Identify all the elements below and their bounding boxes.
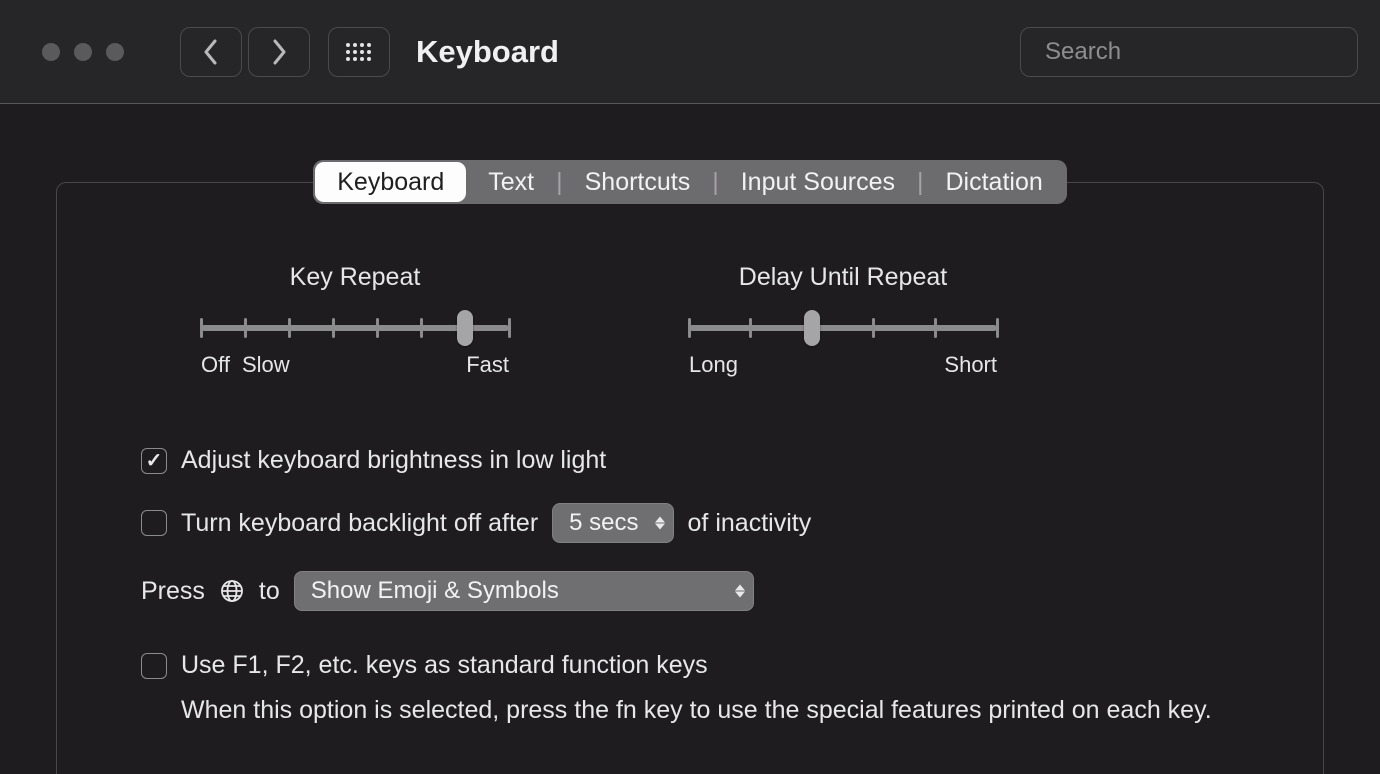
zoom-window-button[interactable]: [106, 43, 124, 61]
backlight-off-value: 5 secs: [569, 509, 638, 537]
window-controls: [42, 43, 124, 61]
stepper-icon: [655, 517, 665, 530]
delay-until-repeat-title: Delay Until Repeat: [739, 263, 947, 292]
key-repeat-group: Key Repeat Off Slow Fast: [201, 263, 509, 378]
key-repeat-off-label: Off: [201, 352, 230, 378]
close-window-button[interactable]: [42, 43, 60, 61]
auto-brightness-row: Adjust keyboard brightness in low light: [141, 446, 1239, 475]
fn-keys-row: Use F1, F2, etc. keys as standard functi…: [141, 651, 1239, 680]
backlight-off-prefix: Turn keyboard backlight off after: [181, 509, 538, 538]
backlight-off-suffix: of inactivity: [688, 509, 812, 538]
auto-brightness-label: Adjust keyboard brightness in low light: [181, 446, 606, 475]
globe-icon: [219, 578, 245, 604]
fn-keys-hint: When this option is selected, press the …: [181, 694, 1239, 728]
grid-icon: [345, 42, 373, 62]
globe-prefix: Press: [141, 577, 205, 606]
backlight-off-select[interactable]: 5 secs: [552, 503, 673, 543]
tab-text[interactable]: Text: [466, 162, 556, 202]
tab-dictation[interactable]: Dictation: [924, 162, 1065, 202]
globe-action-value: Show Emoji & Symbols: [311, 577, 559, 605]
content: Keyboard Text | Shortcuts | Input Source…: [0, 104, 1380, 774]
delay-until-repeat-slider[interactable]: [689, 314, 997, 344]
back-button[interactable]: [180, 27, 242, 77]
tab-separator: |: [712, 168, 719, 197]
tab-shortcuts[interactable]: Shortcuts: [563, 162, 713, 202]
tab-keyboard[interactable]: Keyboard: [315, 162, 466, 202]
toolbar: Keyboard: [0, 0, 1380, 104]
show-all-button[interactable]: [328, 27, 390, 77]
tab-input-sources[interactable]: Input Sources: [719, 162, 917, 202]
chevron-right-icon: [271, 39, 287, 65]
globe-action-select[interactable]: Show Emoji & Symbols: [294, 571, 754, 611]
delay-until-repeat-group: Delay Until Repeat Long Short: [689, 263, 997, 378]
fn-keys-checkbox[interactable]: [141, 653, 167, 679]
key-repeat-slider[interactable]: [201, 314, 509, 344]
fn-keys-label: Use F1, F2, etc. keys as standard functi…: [181, 651, 708, 680]
minimize-window-button[interactable]: [74, 43, 92, 61]
tabs: Keyboard Text | Shortcuts | Input Source…: [313, 160, 1067, 204]
key-repeat-title: Key Repeat: [290, 263, 421, 292]
delay-long-label: Long: [689, 352, 738, 378]
nav-buttons: [180, 27, 310, 77]
globe-suffix: to: [259, 577, 280, 606]
delay-short-label: Short: [944, 352, 997, 378]
chevron-left-icon: [203, 39, 219, 65]
slider-thumb[interactable]: [804, 310, 820, 346]
tab-separator: |: [556, 168, 563, 197]
stepper-icon: [735, 585, 745, 598]
backlight-off-checkbox[interactable]: [141, 510, 167, 536]
key-repeat-slow-label: Slow: [242, 352, 290, 378]
tab-separator: |: [917, 168, 924, 197]
auto-brightness-checkbox[interactable]: [141, 448, 167, 474]
search-input[interactable]: [1045, 38, 1355, 66]
keyboard-panel: Key Repeat Off Slow Fast Delay Until Rep…: [56, 182, 1324, 774]
page-title: Keyboard: [416, 34, 559, 70]
slider-thumb[interactable]: [457, 310, 473, 346]
forward-button[interactable]: [248, 27, 310, 77]
search-field[interactable]: [1020, 27, 1358, 77]
key-repeat-fast-label: Fast: [466, 352, 509, 378]
globe-key-row: Press to Show Emoji & Symbols: [141, 571, 1239, 611]
backlight-off-row: Turn keyboard backlight off after 5 secs…: [141, 503, 1239, 543]
